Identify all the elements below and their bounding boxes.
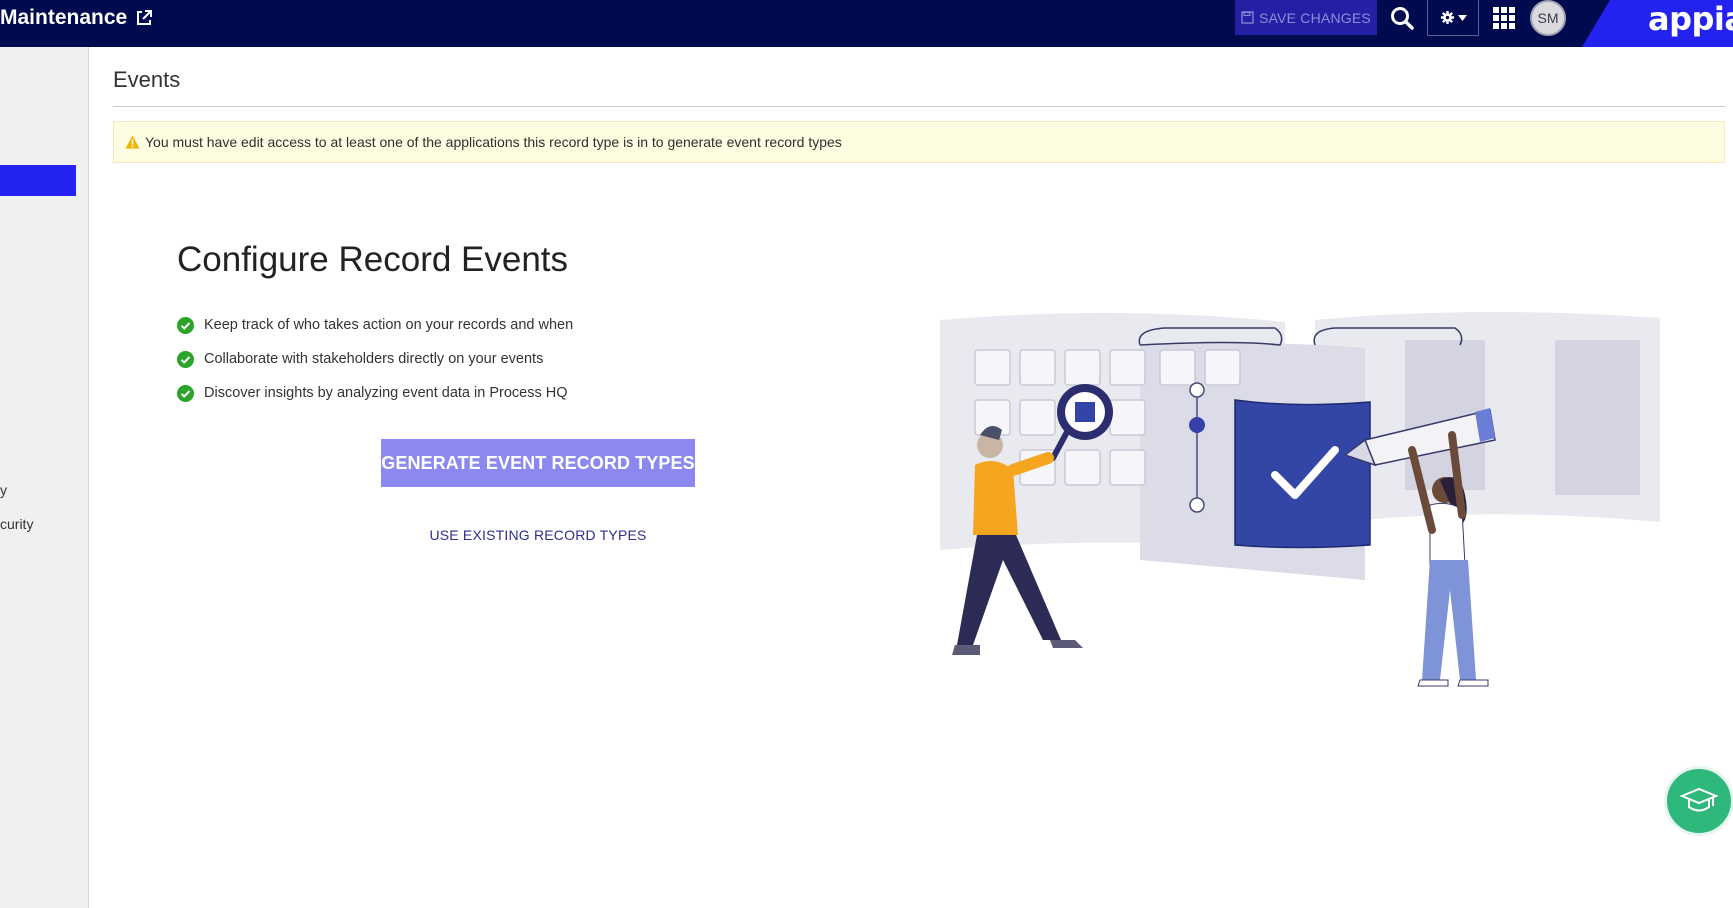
- record-events-illustration: [940, 311, 1660, 687]
- brand-logo: appian: [1648, 0, 1733, 38]
- use-existing-record-types-link[interactable]: USE EXISTING RECORD TYPES: [381, 527, 695, 543]
- generate-event-record-types-button[interactable]: GENERATE EVENT RECORD TYPES: [381, 439, 695, 487]
- chevron-down-icon: [1457, 14, 1467, 21]
- sidebar-item-label[interactable]: y: [0, 482, 7, 498]
- benefits-list: Keep track of who takes action on your r…: [177, 308, 573, 410]
- benefit-text: Collaborate with stakeholders directly o…: [204, 351, 544, 367]
- avatar[interactable]: SM: [1530, 0, 1566, 36]
- gear-icon: [1440, 10, 1454, 25]
- check-circle-icon: [177, 350, 194, 368]
- warning-icon: [125, 135, 140, 149]
- benefit-text: Discover insights by analyzing event dat…: [204, 385, 568, 401]
- section-heading: Configure Record Events: [177, 240, 569, 279]
- top-navigation-bar: Maintenance SAVE CHANGES SM appi: [0, 0, 1733, 47]
- list-item: Keep track of who takes action on your r…: [177, 308, 573, 342]
- check-circle-icon: [177, 316, 194, 334]
- save-icon: [1241, 11, 1254, 24]
- sidebar-item-active[interactable]: [0, 165, 76, 196]
- save-changes-label: SAVE CHANGES: [1259, 9, 1371, 26]
- title-divider: [113, 106, 1725, 107]
- warning-banner: You must have edit access to at least on…: [113, 121, 1725, 163]
- avatar-initials: SM: [1537, 10, 1559, 26]
- save-changes-button[interactable]: SAVE CHANGES: [1235, 0, 1377, 35]
- sidebar-item-security[interactable]: curity: [0, 516, 33, 532]
- warning-text: You must have edit access to at least on…: [145, 134, 842, 150]
- settings-menu-button[interactable]: [1427, 0, 1479, 36]
- search-icon[interactable]: [1389, 5, 1415, 31]
- help-button[interactable]: [1664, 766, 1733, 836]
- graduation-cap-icon: [1680, 787, 1718, 812]
- check-circle-icon: [177, 384, 194, 402]
- list-item: Collaborate with stakeholders directly o…: [177, 342, 573, 376]
- app-title[interactable]: Maintenance: [0, 6, 153, 30]
- app-title-text[interactable]: Maintenance: [0, 6, 127, 30]
- benefit-text: Keep track of who takes action on your r…: [204, 317, 574, 333]
- page-title: Events: [113, 67, 181, 92]
- list-item: Discover insights by analyzing event dat…: [177, 376, 573, 410]
- grid-icon[interactable]: [1492, 6, 1516, 30]
- external-link-icon[interactable]: [135, 9, 153, 27]
